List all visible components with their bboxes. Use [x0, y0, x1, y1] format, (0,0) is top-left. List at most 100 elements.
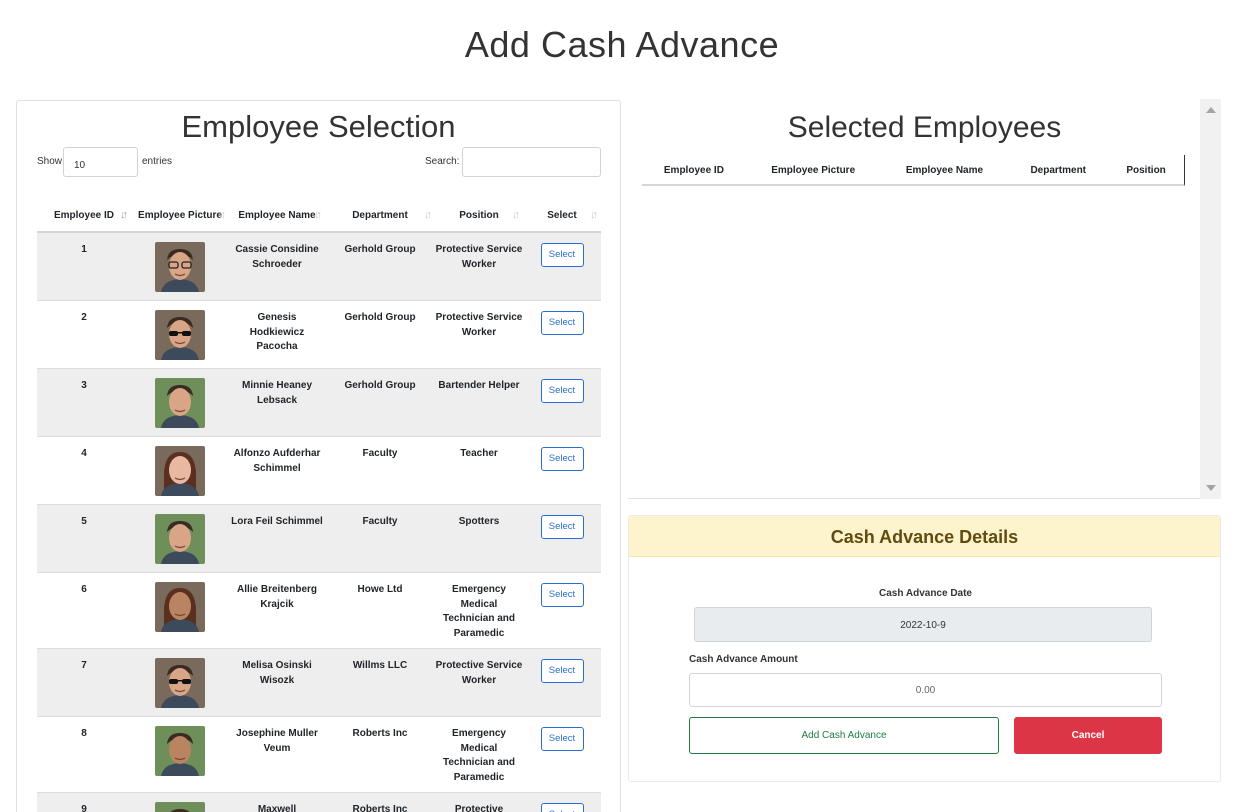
avatar	[155, 802, 205, 812]
employee-id-cell: 2	[81, 312, 87, 323]
vertical-scrollbar[interactable]	[1200, 99, 1221, 499]
employee-picture-cell	[131, 233, 229, 300]
department-cell: Gerhold Group	[344, 380, 416, 391]
select-employee-button[interactable]: Select	[540, 583, 584, 607]
column-header-employee-name[interactable]: Employee Name ↓↑	[229, 193, 325, 231]
employee-selection-card: Employee Selection Show 10 entries Searc…	[16, 100, 621, 812]
column-header-select[interactable]: Select ↓↑	[523, 193, 601, 231]
employee-name-cell: Maxwell	[257, 804, 297, 812]
search-input[interactable]	[462, 147, 601, 177]
cash-advance-amount-label: Cash Advance Amount	[689, 654, 798, 665]
employee-table-body: 1 Cassie Considine Schroeder Gerhold Gro…	[37, 233, 601, 812]
department-cell: Faculty	[362, 516, 398, 527]
department-cell: Gerhold Group	[344, 244, 416, 255]
entries-select[interactable]: 10	[63, 147, 138, 177]
table-row: 2 Genesis Hodkiewicz Pacocha Gerhold Gro…	[37, 301, 601, 369]
department-cell: Roberts Inc	[352, 804, 408, 812]
page-title: Add Cash Advance	[464, 24, 780, 65]
department-cell: Howe Ltd	[357, 584, 403, 595]
employee-picture-cell	[131, 369, 229, 436]
selected-column-employee-name: Employee Name	[905, 165, 984, 176]
select-employee-button[interactable]: Select	[540, 379, 584, 403]
sort-asc-icon: ↓↑	[120, 209, 128, 221]
employee-id-cell: 1	[81, 244, 87, 255]
select-employee-button[interactable]: Select	[540, 447, 584, 471]
select-cell: Select	[523, 717, 601, 792]
select-employee-button[interactable]: Select	[540, 659, 584, 683]
position-cell: Emergency Medical Technician and Paramed…	[442, 728, 516, 783]
table-row: 7 Melisa Osinski Wisozk Willms LLC Prote…	[37, 649, 601, 717]
employee-picture-cell	[131, 301, 229, 368]
table-row: 6 Allie Breitenberg Krajcik Howe Ltd Eme…	[37, 573, 601, 649]
cash-advance-date-label: Cash Advance Date	[879, 588, 972, 599]
employee-name-cell: Allie Breitenberg Krajcik	[236, 584, 318, 610]
employee-name-cell: Minnie Heaney Lebsack	[241, 380, 313, 406]
avatar	[155, 242, 205, 292]
select-employee-button[interactable]: Select	[540, 803, 584, 812]
employee-picture-cell	[131, 649, 229, 716]
employee-picture-cell	[131, 717, 229, 792]
column-header-employee-id[interactable]: Employee ID ↓↑	[37, 193, 131, 231]
employee-name-cell: Josephine Muller Veum	[236, 728, 318, 754]
employee-id-cell: 7	[81, 660, 87, 671]
employee-picture-cell	[131, 437, 229, 504]
cancel-button[interactable]: Cancel	[1014, 717, 1162, 754]
position-cell: Protective Service Worker	[435, 312, 523, 338]
scroll-down-icon[interactable]	[1206, 485, 1216, 491]
table-row: 9 Maxwell Roberts Inc Protective Select	[37, 793, 601, 812]
employee-id-cell: 6	[81, 584, 87, 595]
entries-label: entries	[142, 156, 173, 167]
employee-name-cell: Lora Feil Schimmel	[231, 516, 323, 527]
sort-icon: ↓↑	[424, 209, 432, 221]
selected-column-employee-id: Employee ID	[663, 165, 724, 176]
select-employee-button[interactable]: Select	[540, 515, 584, 539]
employee-id-cell: 4	[81, 448, 87, 459]
employee-table: Employee ID ↓↑ Employee Picture ↓↑ Employe…	[37, 193, 601, 812]
sort-icon: ↓↑	[218, 209, 226, 221]
select-cell: Select	[523, 437, 601, 504]
employee-id-cell: 5	[81, 516, 87, 527]
column-header-employee-picture[interactable]: Employee Picture ↓↑	[131, 193, 229, 231]
employee-picture-cell	[131, 573, 229, 648]
select-cell: Select	[523, 233, 601, 300]
select-employee-button[interactable]: Select	[540, 727, 584, 751]
select-cell: Select	[523, 301, 601, 368]
avatar	[155, 582, 205, 632]
cash-advance-date-field[interactable]: 2022-10-9	[694, 607, 1152, 642]
department-cell: Gerhold Group	[344, 312, 416, 323]
search-label: Search:	[425, 156, 460, 167]
scroll-up-icon[interactable]	[1206, 107, 1216, 113]
department-cell: Willms LLC	[352, 660, 408, 671]
column-header-position[interactable]: Position ↓↑	[435, 193, 523, 231]
department-cell: Roberts Inc	[352, 728, 408, 739]
table-row: 5 Lora Feil Schimmel Faculty Spotters Se…	[37, 505, 601, 573]
avatar	[155, 514, 205, 564]
select-cell: Select	[523, 649, 601, 716]
select-cell: Select	[523, 505, 601, 572]
cash-advance-amount-field[interactable]: 0.00	[689, 673, 1162, 707]
selected-employees-title: Selected Employees	[787, 111, 1062, 144]
employee-name-cell: Genesis Hodkiewicz Pacocha	[249, 312, 305, 352]
employee-id-cell: 3	[81, 380, 87, 391]
select-employee-button[interactable]: Select	[540, 243, 584, 267]
position-cell: Teacher	[460, 448, 498, 459]
employee-id-cell: 9	[81, 804, 87, 812]
employee-name-cell: Melisa Osinski Wisozk	[242, 660, 312, 686]
selected-employees-panel: Selected Employees Employee ID Employee …	[628, 99, 1221, 499]
position-cell: Protective	[454, 804, 504, 812]
avatar	[155, 310, 205, 360]
avatar	[155, 378, 205, 428]
selected-employees-table-header: Employee ID Employee Picture Employee Na…	[642, 155, 1185, 186]
employee-picture-cell	[131, 505, 229, 572]
sort-icon: ↓↑	[512, 209, 520, 221]
column-header-department[interactable]: Department ↓↑	[325, 193, 435, 231]
employee-selection-title: Employee Selection	[181, 109, 456, 144]
avatar	[155, 446, 205, 496]
selected-column-department: Department	[1030, 165, 1087, 176]
employee-table-header: Employee ID ↓↑ Employee Picture ↓↑ Employe…	[37, 193, 601, 233]
add-cash-advance-button[interactable]: Add Cash Advance	[689, 717, 999, 754]
table-row: 1 Cassie Considine Schroeder Gerhold Gro…	[37, 233, 601, 301]
cash-advance-details-card: Cash Advance Details Cash Advance Date 2…	[628, 515, 1221, 782]
employee-picture-cell	[131, 793, 229, 812]
select-employee-button[interactable]: Select	[540, 311, 584, 335]
